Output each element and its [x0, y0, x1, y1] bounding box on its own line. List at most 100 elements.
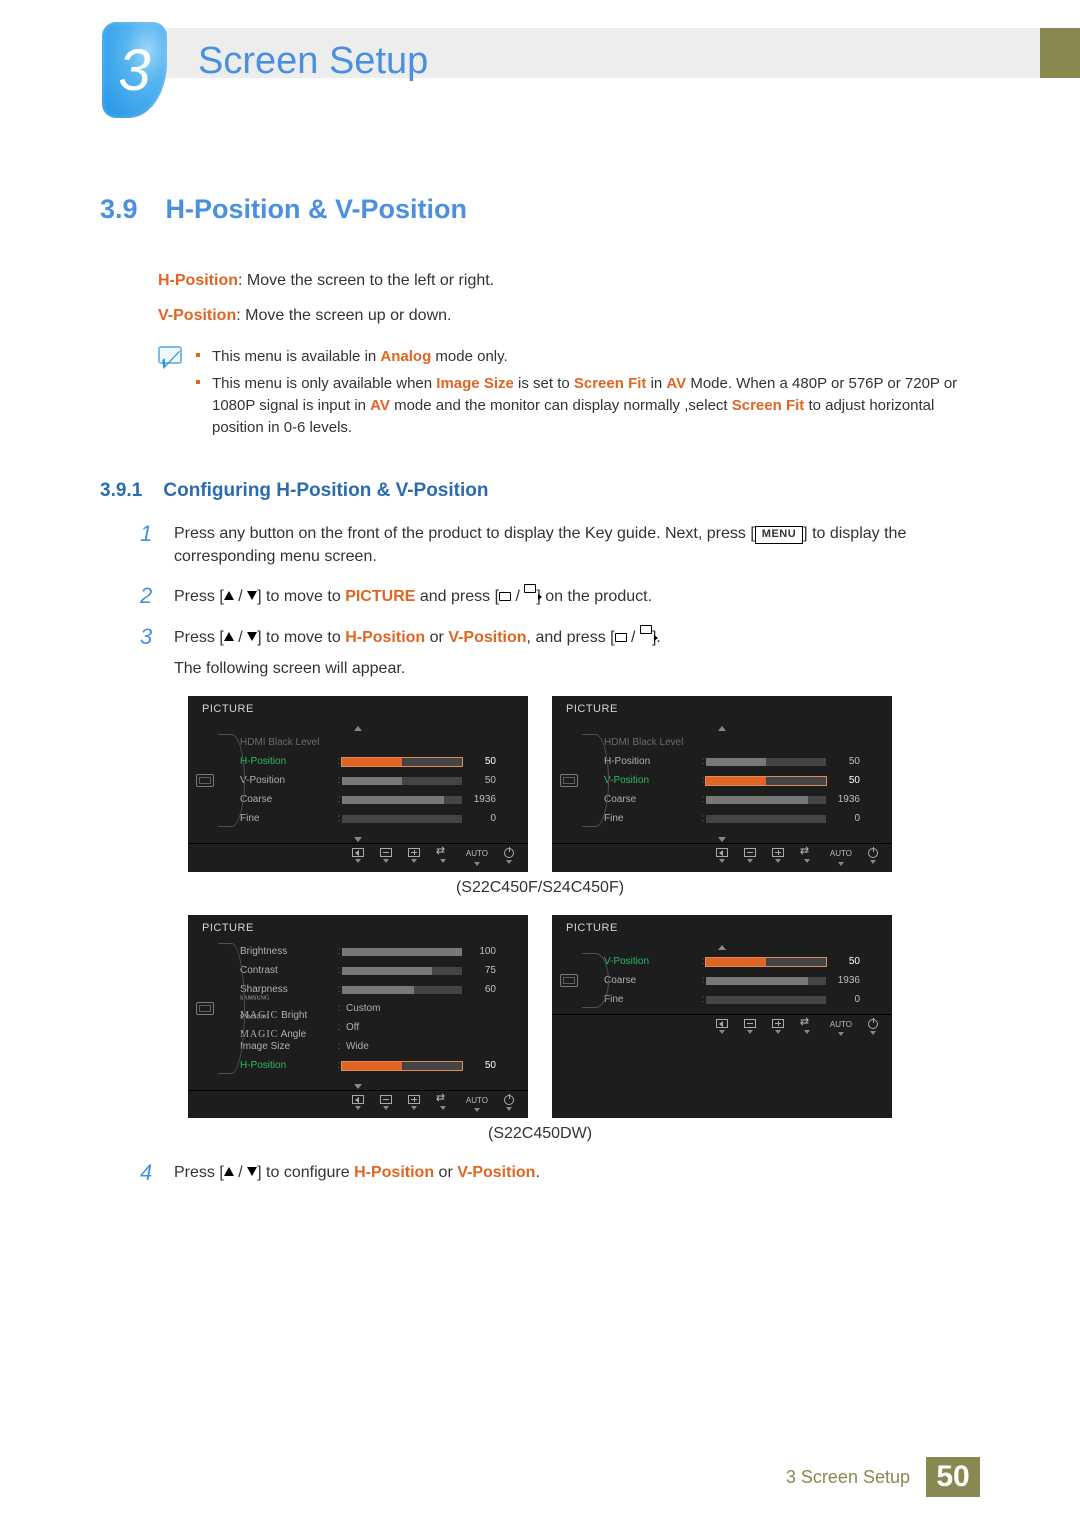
step-4: 4 Press [ / ] to configure H-Position or… — [140, 1161, 980, 1185]
osd-back-button[interactable] — [352, 1095, 364, 1113]
osd-plus-button[interactable] — [772, 848, 784, 866]
scroll-down-icon — [552, 833, 892, 843]
rect-icon — [499, 592, 511, 601]
osd-source-button[interactable] — [436, 848, 450, 866]
section-title: 3.9 H-Position & V-Position — [100, 190, 980, 229]
step-2: 2 Press [ / ] to move to PICTURE and pre… — [140, 584, 980, 608]
osd-power-button[interactable] — [504, 848, 514, 866]
osd-title: PICTURE — [188, 915, 528, 941]
osd-slider — [342, 777, 462, 785]
note-item: This menu is only available when Image S… — [196, 373, 980, 438]
osd-auto-button[interactable]: AUTO — [830, 848, 852, 866]
osd-value: 1936 — [826, 793, 860, 808]
osd-plus-button[interactable] — [772, 1019, 784, 1037]
osd-minus-button[interactable] — [380, 848, 392, 866]
scroll-up-icon — [188, 722, 528, 732]
scroll-down-icon — [188, 833, 528, 843]
osd-power-button[interactable] — [868, 848, 878, 866]
osd-back-button[interactable] — [352, 848, 364, 866]
osd-minus-button[interactable] — [744, 1019, 756, 1037]
enter-icon — [524, 584, 536, 593]
osd-title: PICTURE — [552, 696, 892, 722]
osd-value: 0 — [826, 812, 860, 827]
osd-panel-hpos: PICTURE HDMI Black LevelH-Position: 50V-… — [188, 696, 528, 872]
note-block: This menu is available in Analog mode on… — [158, 346, 980, 445]
osd-value: 0 — [826, 993, 860, 1008]
osd-menu-item: Brightness: 100 — [240, 945, 516, 960]
osd-menu-item: V-Position: 50 — [604, 774, 880, 789]
osd-value: Custom — [342, 1002, 380, 1017]
vposition-desc: V-Position: Move the screen up or down. — [158, 304, 980, 327]
rect-icon — [615, 633, 627, 642]
osd-source-button[interactable] — [800, 848, 814, 866]
osd-body: HDMI Black Level H-Position: 50 V-Position… — [552, 732, 892, 833]
osd-footer: AUTO — [552, 843, 892, 866]
osd-auto-button[interactable]: AUTO — [466, 848, 488, 866]
hposition-desc: H-Position: Move the screen to the left … — [158, 269, 980, 292]
picture-category-icon — [196, 774, 214, 787]
section-name: H-Position & V-Position — [166, 194, 468, 224]
osd-minus-button[interactable] — [744, 848, 756, 866]
osd-menu-item: Coarse: 1936 — [604, 793, 880, 808]
osd-slider — [342, 815, 462, 823]
osd-menu-items: V-Position: 50Coarse: 1936Fine: 0 — [604, 953, 880, 1008]
osd-back-button[interactable] — [716, 1019, 728, 1037]
osd-slider — [342, 796, 462, 804]
osd-menu-item: H-Position: 50 — [604, 755, 880, 770]
osd-slider — [706, 777, 826, 785]
osd-menu-item: HDMI Black Level — [604, 736, 880, 751]
page-footer: 3 Screen Setup 50 — [786, 1457, 980, 1497]
osd-auto-button[interactable]: AUTO — [466, 1095, 488, 1113]
osd-power-button[interactable] — [504, 1095, 514, 1113]
menu-key: MENU — [755, 526, 803, 544]
content-area: 3.9 H-Position & V-Position H-Position: … — [100, 190, 980, 1202]
osd-slider — [706, 996, 826, 1004]
osd-value: 60 — [462, 983, 496, 998]
osd-value: 50 — [462, 774, 496, 789]
osd-menu-item: Fine: 0 — [240, 812, 516, 827]
note-list: This menu is available in Analog mode on… — [196, 346, 980, 445]
osd-menu-item: HDMI Black Level — [240, 736, 516, 751]
osd-body: Brightness: 100Contrast: 75Sharpness: 60… — [188, 941, 528, 1080]
osd-power-button[interactable] — [868, 1019, 878, 1037]
picture-category-icon — [560, 974, 578, 987]
osd-value: 50 — [826, 755, 860, 770]
osd-value: 50 — [462, 1059, 496, 1074]
osd-plus-button[interactable] — [408, 1095, 420, 1113]
osd-source-button[interactable] — [436, 1095, 450, 1113]
osd-value: 50 — [826, 774, 860, 789]
osd-menu-items: Brightness: 100Contrast: 75Sharpness: 60… — [240, 943, 516, 1074]
osd-minus-button[interactable] — [380, 1095, 392, 1113]
osd-value: Off — [342, 1021, 359, 1036]
osd-plus-button[interactable] — [408, 848, 420, 866]
osd-row-1: PICTURE HDMI Black Level H-Position: 50 V-… — [100, 696, 980, 872]
step-3: 3 Press [ / ] to move to H-Position or V… — [140, 625, 980, 680]
footer-crumb: 3 Screen Setup — [786, 1467, 910, 1488]
osd-panel-vpos: PICTURE HDMI Black Level H-Position: 50 V-… — [552, 696, 892, 872]
note-icon — [158, 346, 182, 364]
osd-title: PICTURE — [552, 915, 892, 941]
picture-category-icon — [560, 774, 578, 787]
osd-body: V-Position: 50Coarse: 1936Fine: 0 — [552, 951, 892, 1014]
osd-footer: AUTO — [188, 1090, 528, 1113]
page-number: 50 — [926, 1457, 980, 1497]
osd-menu-item: H-Position: 50 — [240, 755, 516, 770]
osd-auto-button[interactable]: AUTO — [830, 1019, 852, 1037]
osd-source-button[interactable] — [800, 1019, 814, 1037]
osd-menu-item: V-Position: 50 — [604, 955, 880, 970]
osd-back-button[interactable] — [716, 848, 728, 866]
chapter-title: Screen Setup — [198, 40, 428, 83]
osd-value: 0 — [462, 812, 496, 827]
osd-slider — [706, 796, 826, 804]
osd-value: 50 — [462, 755, 496, 770]
osd-slider — [342, 948, 462, 956]
up-arrow-icon — [224, 1167, 234, 1176]
osd-menu-item: H-Position: 50 — [240, 1059, 516, 1074]
scroll-down-icon — [188, 1080, 528, 1090]
osd-title: PICTURE — [188, 696, 528, 722]
up-arrow-icon — [224, 632, 234, 641]
osd-menu-item: Image Size:Wide — [240, 1040, 516, 1055]
up-arrow-icon — [224, 591, 234, 600]
osd-menu-item: SAMSUNGMAGIC Angle:Off — [240, 1021, 516, 1036]
osd-row-2: PICTURE Brightness: 100Contrast: 75Sharp… — [100, 915, 980, 1119]
